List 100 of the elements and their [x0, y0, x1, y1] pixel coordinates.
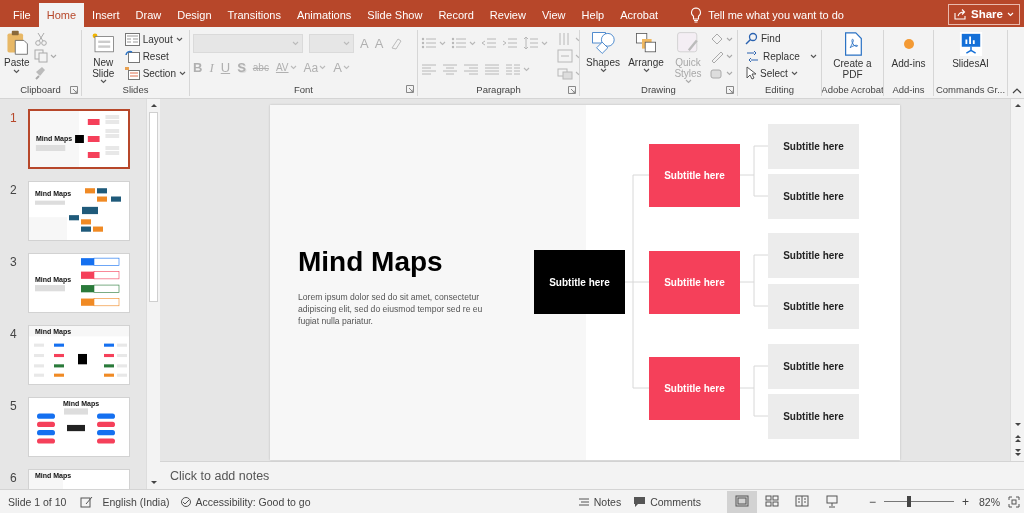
font-name-field[interactable]	[193, 34, 303, 54]
mind-map-node: Subtitle here	[649, 144, 740, 208]
caret-icon	[790, 70, 798, 76]
zoom-in-button[interactable]: +	[959, 494, 971, 509]
caret-icon	[99, 78, 107, 84]
ribbon-tab[interactable]: Design	[169, 2, 220, 27]
ribbon-button[interactable]: Replace	[745, 47, 800, 66]
caret-icon	[289, 65, 297, 71]
lightbulb-icon	[690, 6, 703, 23]
caret-icon	[1007, 11, 1014, 17]
replace-icon	[745, 49, 760, 63]
caret-icon	[469, 40, 476, 46]
ribbon-tab[interactable]: Draw	[127, 2, 170, 27]
outline-icon	[710, 49, 724, 64]
align-right-icon	[463, 62, 479, 77]
ribbon-button[interactable]: Section	[124, 64, 186, 82]
ribbon-tab[interactable]: Animations	[288, 2, 360, 27]
caret-icon	[541, 40, 548, 46]
ribbon-tab[interactable]: Acrobat	[612, 2, 667, 27]
slide-number: 2	[9, 182, 18, 198]
smartart-icon	[557, 66, 573, 81]
ribbon-button[interactable]: Find	[745, 30, 817, 48]
slide-number: 6	[9, 470, 18, 486]
group-label: Editing	[764, 83, 795, 95]
mind-map-node: Subtitle here	[768, 124, 859, 170]
caret-icon	[642, 67, 650, 73]
columns-icon	[505, 62, 521, 77]
decrease-indent-icon	[481, 36, 497, 51]
ribbon-tab[interactable]: Insert	[84, 2, 128, 27]
collapse-ribbon-icon	[1012, 88, 1022, 95]
caret-icon	[523, 66, 530, 72]
mind-map-node: Subtitle here	[649, 251, 740, 315]
mind-map-node: Subtitle here	[768, 284, 859, 330]
ribbon-tab[interactable]: Slide Show	[359, 2, 431, 27]
caret-icon	[439, 40, 446, 46]
share-button[interactable]: Share	[948, 3, 1020, 25]
dialog-launcher-icon	[568, 85, 576, 94]
slide-canvas[interactable]	[270, 105, 900, 461]
slide-sorter-icon	[764, 495, 779, 509]
reading-view-icon	[794, 495, 809, 509]
dialog-launcher-icon	[406, 85, 414, 94]
view-button[interactable]	[726, 490, 757, 513]
comment-icon	[633, 495, 647, 508]
ribbon-tab[interactable]: Home	[38, 2, 85, 27]
ribbon-button[interactable]: Reset	[124, 47, 186, 65]
ribbon-tab[interactable]: Review	[481, 2, 534, 27]
font-size-field[interactable]	[309, 34, 354, 54]
slide-body-text: Lorem ipsum dolor sed do sit amet, consectetur adipiscing elit, sed do eiusmod tempor sed re eu fugiat nulla pariatur.	[298, 291, 484, 328]
zoom-slider-thumb[interactable]	[907, 496, 912, 508]
group-label: Slides	[122, 83, 149, 95]
fill-icon	[710, 32, 724, 47]
spelling-check-icon	[80, 495, 94, 508]
tell-me-field[interactable]: Tell me what you want to do	[708, 8, 879, 21]
dialog-launcher-icon	[726, 85, 734, 94]
mind-map-node: Subtitle here	[768, 394, 859, 440]
clear-format-icon	[389, 37, 404, 51]
caret-icon	[726, 53, 733, 59]
fit-to-window-icon	[1008, 495, 1020, 508]
ribbon-tab[interactable]: Record	[430, 2, 482, 27]
slide-number: 4	[9, 326, 18, 342]
ribbon-button[interactable]: Create a PDF	[825, 29, 880, 83]
language-button[interactable]: English (India)	[102, 495, 170, 508]
notes-button[interactable]: Notes	[577, 495, 622, 508]
ribbon-button[interactable]: Add-ins	[887, 29, 930, 83]
caret-icon	[809, 53, 817, 59]
ribbon-tab[interactable]: Help	[573, 2, 613, 27]
share-icon	[954, 8, 968, 21]
mind-map-node: Subtitle here	[768, 174, 859, 220]
accessibility-button[interactable]: Accessibility: Good to go	[179, 495, 311, 508]
paste-button[interactable]: Paste	[3, 29, 31, 83]
section-icon	[124, 66, 140, 80]
comments-button[interactable]: Comments	[633, 495, 701, 508]
ribbon-button[interactable]: Layout	[124, 30, 186, 48]
ribbon-button[interactable]: Arrange	[626, 29, 666, 83]
slide-number: 5	[9, 398, 18, 414]
group-label: Paragraph	[476, 83, 521, 95]
slide-number: 1	[9, 110, 18, 126]
ribbon-tab[interactable]: File	[5, 2, 39, 27]
effects-icon	[710, 66, 724, 81]
ribbon-tab[interactable]: Transitions	[219, 2, 289, 27]
ribbon-button[interactable]: SlidesAI	[937, 29, 1004, 83]
group-label: Commands Gr...	[935, 83, 1006, 95]
mind-map-node: Subtitle here	[768, 344, 859, 390]
group-label: Adobe Acrobat	[822, 83, 883, 95]
new-slide-button[interactable]: New Slide	[85, 29, 122, 83]
caret-icon	[49, 53, 57, 59]
zoom-percent[interactable]: 82%	[979, 495, 1000, 508]
ribbon-button[interactable]: Select	[745, 65, 817, 82]
caret-icon	[599, 67, 607, 73]
ribbon-button[interactable]: Shapes	[583, 29, 623, 83]
ribbon-tab[interactable]: View	[533, 2, 574, 27]
notes-icon	[577, 496, 590, 507]
scrollbar-thumb[interactable]	[149, 112, 158, 303]
caret-icon	[342, 65, 350, 71]
caret-icon	[726, 36, 733, 42]
normal-view-icon	[734, 495, 749, 509]
align-center-icon	[442, 62, 458, 77]
slideshow-icon	[824, 495, 839, 509]
zoom-out-button[interactable]: −	[866, 494, 878, 509]
notes-placeholder[interactable]: Click to add notes	[170, 468, 270, 483]
